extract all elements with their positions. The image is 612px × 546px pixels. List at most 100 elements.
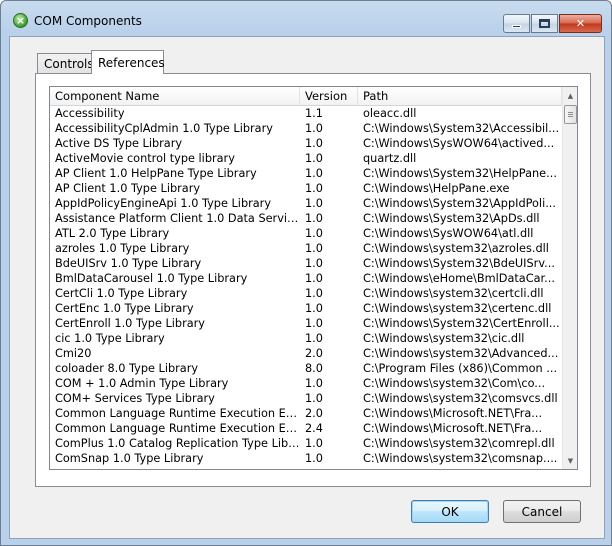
- list-item[interactable]: BmlDataCarousel 1.0 Type Library 1.0 C:\Wi…: [50, 271, 562, 286]
- cell-path: oleacc.dll: [363, 107, 417, 120]
- list-item[interactable]: BdeUISrv 1.0 Type Library 1.0 C:\Windows\S…: [50, 256, 562, 271]
- list-item[interactable]: ComPlus 1.0 Catalog Replication Type Lib…: [50, 436, 562, 451]
- scroll-down-arrow-icon[interactable]: ▼: [563, 452, 577, 469]
- title-bar[interactable]: × COM Components ✕: [1, 1, 611, 35]
- cell-version: 1.0: [305, 242, 323, 255]
- maximize-icon: [539, 19, 550, 28]
- list-item[interactable]: ActiveMovie control type library 1.0 quart…: [50, 151, 562, 166]
- cell-name: COM+ Services Type Library: [55, 392, 215, 405]
- cell-path: C:\Windows\Microsoft.NET\Fra...: [363, 422, 543, 435]
- window-title: COM Components: [34, 14, 142, 28]
- cell-path: C:\Windows\eHome\BmlDataCar...: [363, 272, 555, 285]
- cell-name: AccessibilityCplAdmin 1.0 Type Library: [55, 122, 273, 135]
- list-item[interactable]: Common Language Runtime Execution Engi..…: [50, 421, 562, 436]
- cell-path: C:\Windows\Microsoft.NET\Fra...: [363, 407, 543, 420]
- cell-name: COM + 1.0 Admin Type Library: [55, 377, 229, 390]
- cell-name: ATL 2.0 Type Library: [55, 227, 170, 240]
- cell-path: C:\Windows\System32\CertEnroll...: [363, 317, 560, 330]
- thumb-grip: [568, 114, 573, 115]
- thumb-grip: [568, 116, 573, 117]
- minimize-button[interactable]: [503, 14, 530, 33]
- cell-path: C:\Windows\System32\BdeUISrv...: [363, 257, 555, 270]
- tab-controls[interactable]: Controls: [37, 53, 94, 73]
- ok-button[interactable]: OK: [411, 500, 489, 523]
- references-tab-panel: Component Name Version Path Accessibilit…: [35, 73, 591, 487]
- cell-name: cic 1.0 Type Library: [55, 332, 165, 345]
- cell-version: 1.0: [305, 317, 323, 330]
- list-item[interactable]: AppIdPolicyEngineApi 1.0 Type Library 1.0…: [50, 196, 562, 211]
- list-item[interactable]: ATL 2.0 Type Library 1.0 C:\Windows\SysWOW…: [50, 226, 562, 241]
- cell-path: C:\Windows\system32\Com\co...: [363, 377, 546, 390]
- cell-version: 1.0: [305, 272, 323, 285]
- list-item[interactable]: Active DS Type Library 1.0 C:\Windows\SysW…: [50, 136, 562, 151]
- cancel-button[interactable]: Cancel: [503, 500, 581, 523]
- list-rows: Accessibility 1.1 oleacc.dll AccessibilityC…: [50, 106, 562, 469]
- list-item[interactable]: Common Language Runtime Execution Engi..…: [50, 406, 562, 421]
- cell-version: 1.0: [305, 227, 323, 240]
- cell-version: 1.0: [305, 137, 323, 150]
- list-item[interactable]: CertEnc 1.0 Type Library 1.0 C:\Windows\sy…: [50, 301, 562, 316]
- cell-path: C:\Windows\SysWOW64\actived...: [363, 137, 555, 150]
- cell-name: CertEnc 1.0 Type Library: [55, 302, 194, 315]
- minimize-icon: [512, 25, 521, 28]
- cell-name: AP Client 1.0 HelpPane Type Library: [55, 167, 257, 180]
- scroll-up-arrow-icon[interactable]: ▲: [563, 87, 577, 104]
- cell-path: C:\Windows\System32\Accessibil...: [363, 122, 560, 135]
- cell-name: ComPlus 1.0 Catalog Replication Type Lib…: [55, 437, 300, 450]
- cell-path: quartz.dll: [363, 152, 417, 165]
- cell-version: 1.0: [305, 377, 323, 390]
- list-item[interactable]: azroles 1.0 Type Library 1.0 C:\Windows\sy…: [50, 241, 562, 256]
- list-item[interactable]: Accessibility 1.1 oleacc.dll: [50, 106, 562, 121]
- cell-version: 1.0: [305, 392, 323, 405]
- cell-name: BmlDataCarousel 1.0 Type Library: [55, 272, 248, 285]
- dialog-client-area: Controls References Component Name Versi…: [9, 36, 605, 539]
- cell-path: C:\Windows\System32\HelpPane...: [363, 167, 557, 180]
- cell-path: C:\Windows\System32\AppIdPoli...: [363, 197, 556, 210]
- list-header: Component Name Version Path: [50, 87, 562, 106]
- cell-path: C:\Windows\SysWOW64\atl.dll: [363, 227, 534, 240]
- list-item[interactable]: Cmi20 2.0 C:\Windows\system32\Advanced...: [50, 346, 562, 361]
- column-header-path[interactable]: Path: [358, 87, 562, 106]
- list-item[interactable]: cic 1.0 Type Library 1.0 C:\Windows\system…: [50, 331, 562, 346]
- column-header-component-name[interactable]: Component Name: [50, 87, 300, 106]
- cell-version: 8.0: [305, 362, 323, 375]
- cell-name: azroles 1.0 Type Library: [55, 242, 190, 255]
- cell-name: Assistance Platform Client 1.0 Data Serv…: [55, 212, 300, 225]
- cell-version: 1.0: [305, 437, 323, 450]
- cell-name: BdeUISrv 1.0 Type Library: [55, 257, 202, 270]
- list-item[interactable]: CertCli 1.0 Type Library 1.0 C:\Windows\sy…: [50, 286, 562, 301]
- scroll-thumb[interactable]: [564, 105, 577, 124]
- list-item[interactable]: COM+ Services Type Library 1.0 C:\Windows\…: [50, 391, 562, 406]
- list-item[interactable]: coloader 8.0 Type Library 8.0 C:\Program F…: [50, 361, 562, 376]
- list-item[interactable]: AP Client 1.0 Type Library 1.0 C:\Windows\…: [50, 181, 562, 196]
- list-item[interactable]: AP Client 1.0 HelpPane Type Library 1.0 C:…: [50, 166, 562, 181]
- cell-path: C:\Windows\system32\comsnap....: [363, 452, 558, 465]
- list-item[interactable]: COM + 1.0 Admin Type Library 1.0 C:\Window…: [50, 376, 562, 391]
- component-list[interactable]: Component Name Version Path Accessibilit…: [49, 86, 578, 470]
- cell-version: 1.0: [305, 257, 323, 270]
- cell-path: C:\Windows\system32\Advanced...: [363, 347, 559, 360]
- close-icon: ✕: [575, 17, 586, 30]
- thumb-grip: [568, 112, 573, 113]
- cell-version: 1.0: [305, 212, 323, 225]
- list-item[interactable]: Assistance Platform Client 1.0 Data Serv…: [50, 211, 562, 226]
- cell-version: 1.0: [305, 332, 323, 345]
- cell-name: coloader 8.0 Type Library: [55, 362, 199, 375]
- cell-name: CertEnroll 1.0 Type Library: [55, 317, 205, 330]
- tab-references[interactable]: References: [91, 50, 165, 74]
- close-button[interactable]: ✕: [559, 14, 602, 33]
- list-item[interactable]: ComSnap 1.0 Type Library 1.0 C:\Windows\sy…: [50, 451, 562, 466]
- cell-version: 1.0: [305, 152, 323, 165]
- cell-version: 1.0: [305, 122, 323, 135]
- column-header-version[interactable]: Version: [300, 87, 358, 106]
- cell-version: 1.0: [305, 452, 323, 465]
- cell-name: CertCli 1.0 Type Library: [55, 287, 188, 300]
- vertical-scrollbar[interactable]: ▲ ▼: [562, 87, 577, 469]
- cell-version: 1.0: [305, 197, 323, 210]
- maximize-button[interactable]: [531, 14, 558, 33]
- cell-path: C:\Windows\system32\comsvcs.dll: [363, 392, 558, 405]
- list-item[interactable]: CertEnroll 1.0 Type Library 1.0 C:\Windows…: [50, 316, 562, 331]
- list-item[interactable]: AccessibilityCplAdmin 1.0 Type Library 1.…: [50, 121, 562, 136]
- cell-version: 1.0: [305, 302, 323, 315]
- cell-version: 2.0: [305, 407, 323, 420]
